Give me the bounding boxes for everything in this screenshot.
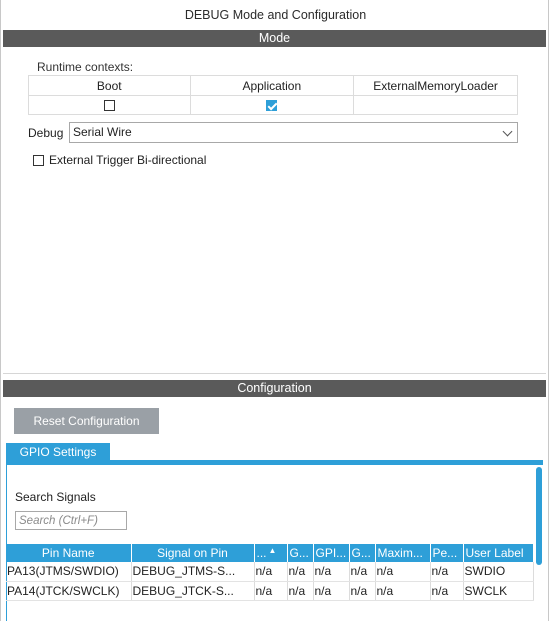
context-header-boot: Boot: [28, 75, 191, 96]
vertical-scrollbar-thumb[interactable]: [536, 467, 542, 565]
cell-value: n/a: [313, 562, 350, 582]
tab-gpio-settings[interactable]: GPIO Settings: [6, 443, 110, 462]
table-row[interactable]: PA14(JTCK/SWCLK) DEBUG_JTCK-S... n/a n/a…: [6, 581, 534, 601]
debug-mode-value: Serial Wire: [73, 125, 132, 139]
signals-table: Pin Name Signal on Pin ... ▲ G... GPI... …: [6, 544, 534, 601]
table-row[interactable]: PA13(JTMS/SWDIO) DEBUG_JTMS-S... n/a n/a…: [6, 562, 534, 582]
context-cell-external-memory-loader: [353, 95, 518, 115]
window-title: DEBUG Mode and Configuration: [184, 8, 367, 22]
column-header-gpio-mode[interactable]: GPI...: [313, 544, 350, 562]
search-signals-input[interactable]: [15, 511, 127, 530]
runtime-contexts-label: Runtime contexts:: [37, 60, 134, 74]
context-cell-application: [189, 95, 355, 115]
cell-value: n/a: [349, 562, 376, 582]
cell-value: n/a: [375, 562, 431, 582]
reset-configuration-button[interactable]: Reset Configuration: [14, 408, 159, 434]
column-header-gpio-output-level[interactable]: G...: [287, 544, 314, 562]
cell-signal: DEBUG_JTMS-S...: [131, 562, 255, 582]
column-header-user-label[interactable]: User Label: [463, 544, 534, 562]
debug-label: Debug: [28, 126, 64, 140]
debug-config-panel: DEBUG Mode and Configuration Mode Runtim…: [0, 0, 549, 621]
context-header-application: Application: [189, 75, 355, 96]
cell-pin-name: PA14(JTCK/SWCLK): [6, 581, 132, 601]
cell-value: n/a: [287, 581, 314, 601]
external-trigger-checkbox[interactable]: [33, 155, 44, 167]
mode-section-header: Mode: [3, 30, 546, 47]
cell-value: n/a: [430, 562, 464, 582]
table-header-row: Pin Name Signal on Pin ... ▲ G... GPI... …: [6, 544, 534, 562]
cell-value: n/a: [254, 562, 288, 582]
cell-value: n/a: [313, 581, 350, 601]
cell-value: n/a: [375, 581, 431, 601]
column-header-peripheral[interactable]: Pe...: [430, 544, 464, 562]
application-checkbox[interactable]: [266, 100, 278, 112]
cell-value: n/a: [287, 562, 314, 582]
column-header-sorted[interactable]: ... ▲: [254, 544, 288, 562]
cell-value: n/a: [430, 581, 464, 601]
column-header-maximum-speed[interactable]: Maxim...: [375, 544, 431, 562]
column-header-pin-name[interactable]: Pin Name: [6, 544, 132, 562]
cell-pin-name: PA13(JTMS/SWDIO): [6, 562, 132, 582]
runtime-contexts-table: Boot Application ExternalMemoryLoader: [28, 75, 518, 115]
column-header-signal-on-pin[interactable]: Signal on Pin: [131, 544, 255, 562]
column-header-sorted-label: ...: [256, 546, 267, 560]
chevron-down-icon: [502, 126, 513, 137]
cell-user-label: SWDIO: [463, 562, 534, 582]
cell-value: n/a: [349, 581, 376, 601]
cell-user-label: SWCLK: [463, 581, 534, 601]
context-header-external-memory-loader: ExternalMemoryLoader: [353, 75, 518, 96]
column-header-gpio-pull[interactable]: G...: [349, 544, 376, 562]
configuration-section-header: Configuration: [3, 380, 546, 397]
cell-signal: DEBUG_JTCK-S...: [131, 581, 255, 601]
search-signals-label: Search Signals: [15, 490, 96, 504]
sort-ascending-icon: ▲: [268, 546, 277, 555]
cell-value: n/a: [254, 581, 288, 601]
context-cell-boot: [28, 95, 191, 115]
external-trigger-option[interactable]: External Trigger Bi-directional: [33, 153, 206, 167]
external-trigger-label: External Trigger Bi-directional: [49, 153, 207, 167]
boot-checkbox[interactable]: [103, 100, 115, 112]
debug-mode-select[interactable]: Serial Wire: [69, 122, 518, 143]
